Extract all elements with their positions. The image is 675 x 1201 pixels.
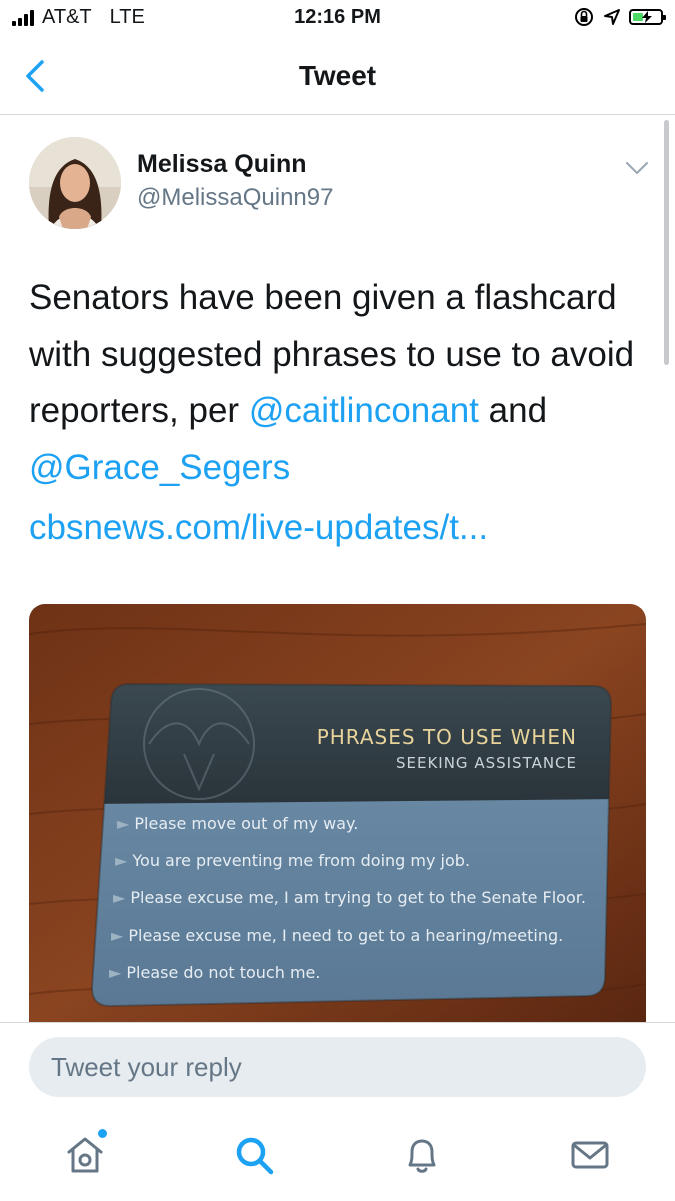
- status-bar-right: [573, 6, 666, 28]
- location-icon: [604, 9, 620, 25]
- tweet-text: Senators have been given a flashcard wit…: [29, 270, 649, 496]
- tab-notifications[interactable]: [398, 1131, 446, 1179]
- notifications-icon: [408, 1139, 436, 1173]
- author-name[interactable]: Melissa Quinn: [137, 150, 306, 179]
- status-bar: AT&T LTE 12:16 PM: [0, 0, 675, 38]
- svg-text:► Please do not touch me.: ► Please do not touch me.: [109, 963, 320, 982]
- tweet-media-image[interactable]: PHRASES TO USE WHEN SEEKING ASSISTANCE ►…: [29, 604, 646, 1024]
- avatar[interactable]: [29, 137, 121, 229]
- card-title: PHRASES TO USE WHEN: [317, 725, 577, 749]
- tab-messages[interactable]: [566, 1131, 614, 1179]
- reply-input[interactable]: [29, 1037, 646, 1097]
- reply-area: [0, 1022, 675, 1201]
- card-phrase: You are preventing me from doing my job.: [131, 851, 470, 870]
- card-subtitle: SEEKING ASSISTANCE: [396, 754, 577, 772]
- battery-charging-icon: [629, 9, 666, 25]
- notification-dot: [98, 1129, 107, 1138]
- mention-link[interactable]: @caitlinconant: [249, 391, 479, 430]
- card-phrase: Please excuse me, I am trying to get to …: [130, 888, 586, 907]
- rotation-lock-icon: [575, 8, 593, 26]
- messages-icon: [571, 1141, 609, 1169]
- chevron-down-icon[interactable]: [624, 158, 650, 178]
- scrollbar[interactable]: [664, 120, 669, 365]
- tab-search[interactable]: [230, 1131, 278, 1179]
- card-phrase: Please excuse me, I need to get to a hea…: [128, 926, 563, 945]
- page-title: Tweet: [298, 60, 377, 91]
- card-phrase: Please do not touch me.: [126, 963, 320, 982]
- author-handle[interactable]: @MelissaQuinn97: [137, 184, 333, 212]
- tweet-url-link[interactable]: cbsnews.com/live-updates/t...: [29, 508, 488, 548]
- svg-text:► You are preventing me from d: ► You are preventing me from doing my jo…: [115, 851, 470, 870]
- mention-link[interactable]: @Grace_Segers: [29, 448, 290, 487]
- tweet-connector-text: and: [478, 391, 548, 430]
- svg-text:► Please move out of my way.: ► Please move out of my way.: [117, 814, 358, 833]
- svg-text:► Please excuse me, I am tryin: ► Please excuse me, I am trying to get t…: [113, 888, 586, 907]
- card-phrase: Please move out of my way.: [134, 814, 358, 833]
- search-icon: [236, 1137, 274, 1175]
- home-icon: [67, 1137, 103, 1173]
- svg-text:► Please excuse me, I need to: ► Please excuse me, I need to get to a h…: [111, 926, 563, 945]
- tab-home[interactable]: [61, 1129, 109, 1179]
- nav-bar: Tweet: [0, 38, 675, 115]
